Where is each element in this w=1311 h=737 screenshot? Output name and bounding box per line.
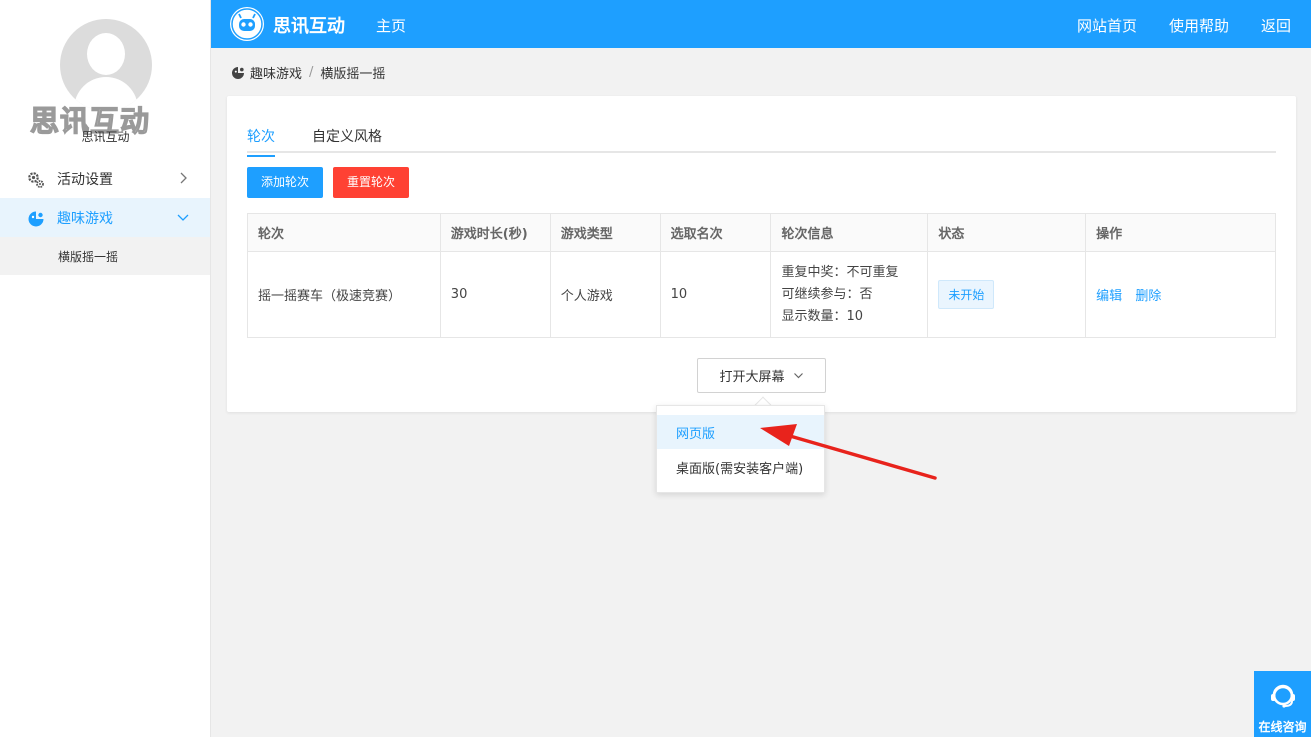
column-header: 选取名次 bbox=[659, 213, 772, 252]
breadcrumb-item-fun-games[interactable]: 趣味游戏 bbox=[250, 63, 302, 82]
dropdown-item-web[interactable]: 网页版 bbox=[657, 415, 824, 449]
open-big-screen-button[interactable]: 打开大屏幕 bbox=[697, 358, 826, 393]
reset-round-button[interactable]: 重置轮次 bbox=[333, 167, 410, 198]
brand-name: 思讯互动 bbox=[81, 130, 130, 144]
sidebar-item-label: 趣味游戏 bbox=[57, 211, 113, 227]
cell-round: 摇一摇赛车（极速竞赛） bbox=[247, 251, 441, 338]
nav-help-link[interactable]: 使用帮助 bbox=[1169, 15, 1229, 36]
gears-icon bbox=[28, 172, 44, 188]
cell-type: 个人游戏 bbox=[549, 251, 661, 338]
breadcrumb-separator: / bbox=[309, 65, 314, 80]
sidebar-subitem-horizontal-shake[interactable]: 横版摇一摇 bbox=[0, 237, 210, 275]
tab-label: 自定义风格 bbox=[312, 129, 382, 145]
sidebar: 思讯互动 思讯互动 活动设置 趣味游戏 横版摇一摇 bbox=[0, 0, 211, 737]
profile-area: 思讯互动 思讯互动 bbox=[0, 0, 210, 158]
info-repeat-win: 重复中奖：不可重复 bbox=[781, 264, 899, 280]
column-header: 轮次 bbox=[247, 213, 441, 252]
breadcrumb: 趣味游戏 / 横版摇一摇 bbox=[231, 63, 385, 82]
chevron-down-icon bbox=[793, 373, 803, 379]
delete-link[interactable]: 删除 bbox=[1135, 289, 1161, 304]
cell-ops: 编辑 删除 bbox=[1085, 251, 1276, 338]
cell-rank: 10 bbox=[659, 251, 772, 338]
column-header: 轮次信息 bbox=[770, 213, 929, 252]
edit-link[interactable]: 编辑 bbox=[1096, 289, 1122, 304]
game-icon bbox=[28, 211, 44, 227]
nav-home-link[interactable]: 主页 bbox=[376, 15, 406, 36]
nav-back-link[interactable]: 返回 bbox=[1261, 15, 1291, 36]
column-header: 状态 bbox=[927, 213, 1087, 252]
tab-active-indicator bbox=[247, 155, 275, 157]
table-row: 摇一摇赛车（极速竞赛） 30 个人游戏 10 重复中奖：不可重复 可继续参与：否… bbox=[247, 251, 1276, 338]
cell-info: 重复中奖：不可重复 可继续参与：否 显示数量：10 bbox=[770, 251, 929, 338]
cell-duration: 30 bbox=[439, 251, 551, 338]
column-header: 游戏时长(秒) bbox=[439, 213, 551, 252]
info-display-count: 显示数量：10 bbox=[781, 308, 864, 324]
content-card: 轮次 自定义风格 添加轮次 重置轮次 轮次 游戏时长(秒) 游戏类型 选取名次 … bbox=[227, 96, 1296, 412]
rounds-table: 轮次 游戏时长(秒) 游戏类型 选取名次 轮次信息 状态 操作 摇一摇赛车（极速… bbox=[247, 213, 1276, 338]
sidebar-item-fun-games[interactable]: 趣味游戏 bbox=[0, 198, 210, 238]
column-header: 操作 bbox=[1085, 213, 1276, 252]
logo-title: 思讯互动 bbox=[273, 16, 345, 37]
nav-site-home-link[interactable]: 网站首页 bbox=[1077, 15, 1137, 36]
top-bar: 思讯互动 主页 网站首页 使用帮助 返回 bbox=[211, 0, 1311, 48]
chevron-down-icon bbox=[177, 214, 189, 221]
breadcrumb-item-current: 横版摇一摇 bbox=[320, 67, 386, 82]
add-round-button[interactable]: 添加轮次 bbox=[247, 167, 324, 198]
tab-rounds[interactable]: 轮次 bbox=[247, 126, 275, 157]
online-consult-button[interactable]: 在线咨询 bbox=[1254, 671, 1311, 737]
chevron-right-icon bbox=[180, 172, 187, 184]
cell-status: 未开始 bbox=[927, 251, 1087, 338]
open-big-screen-label: 打开大屏幕 bbox=[719, 370, 785, 385]
tab-bar: 轮次 自定义风格 bbox=[247, 118, 1276, 157]
info-continue: 可继续参与：否 bbox=[781, 286, 873, 302]
tab-custom-style[interactable]: 自定义风格 bbox=[312, 126, 382, 146]
headset-icon bbox=[1271, 684, 1295, 708]
tab-label: 轮次 bbox=[247, 129, 275, 145]
logo-robot-icon bbox=[230, 7, 264, 41]
open-screen-dropdown: 网页版 桌面版(需安装客户端) bbox=[656, 405, 825, 493]
dropdown-item-desktop[interactable]: 桌面版(需安装客户端) bbox=[657, 450, 824, 484]
online-consult-label: 在线咨询 bbox=[1258, 720, 1307, 734]
column-header: 游戏类型 bbox=[549, 213, 661, 252]
table-header-row: 轮次 游戏时长(秒) 游戏类型 选取名次 轮次信息 状态 操作 bbox=[247, 213, 1276, 252]
status-badge: 未开始 bbox=[938, 280, 995, 309]
sidebar-item-activity-settings[interactable]: 活动设置 bbox=[0, 159, 210, 199]
sidebar-item-label: 活动设置 bbox=[57, 172, 113, 188]
game-icon bbox=[232, 66, 244, 79]
